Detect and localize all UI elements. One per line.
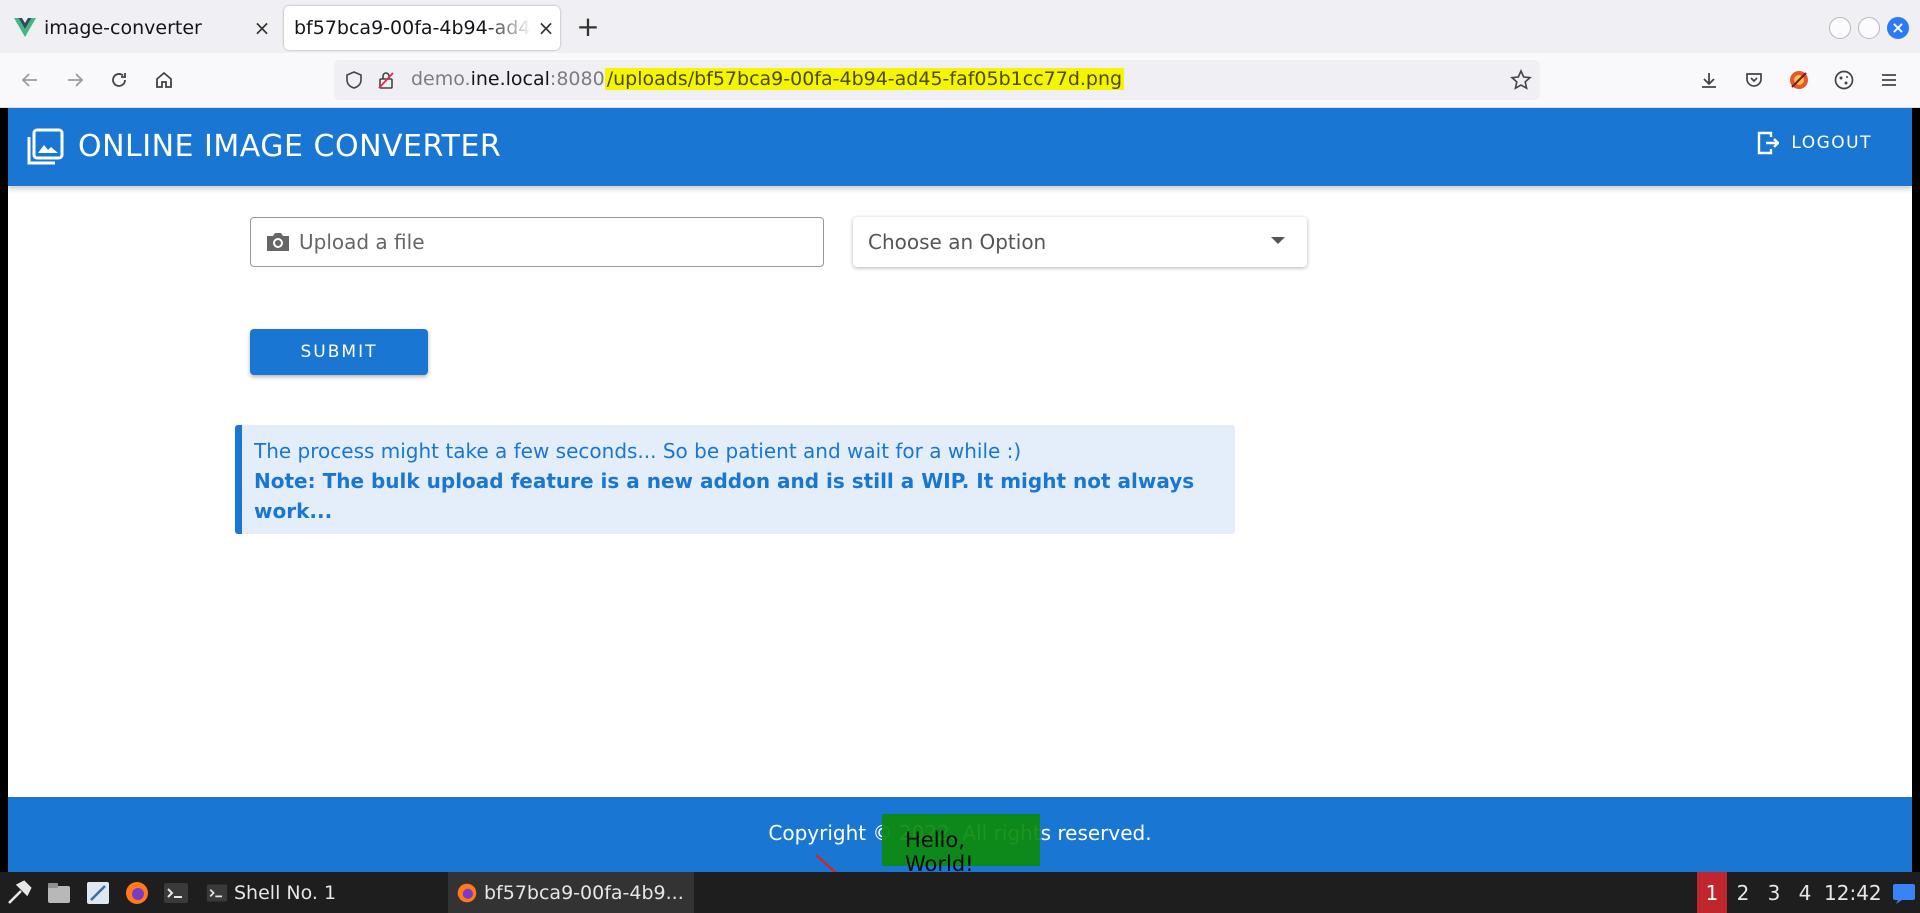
- close-window-button[interactable]: ×: [1887, 17, 1909, 39]
- logout-button[interactable]: LOGOUT: [1757, 130, 1872, 156]
- url-prefix: demo.: [411, 68, 471, 90]
- info-alert: The process might take a few seconds... …: [235, 425, 1235, 534]
- extension-blocked-icon[interactable]: [1784, 65, 1814, 95]
- url-port: :8080: [549, 68, 605, 90]
- tab-title: image-converter: [44, 17, 202, 39]
- alert-note: Note: The bulk upload feature is a new a…: [254, 469, 1195, 523]
- file-upload-input[interactable]: Upload a file: [250, 217, 824, 267]
- tab-uploaded-image[interactable]: bf57bca9-00fa-4b94-ad45-faf05b1cc77d.png…: [284, 6, 560, 50]
- url-text: demo.ine.local:8080/uploads/bf57bca9-00f…: [411, 68, 1125, 90]
- alert-message: The process might take a few seconds... …: [254, 439, 1022, 463]
- browser-nav-bar: demo.ine.local:8080/uploads/bf57bca9-00f…: [0, 53, 1920, 108]
- option-select[interactable]: Choose an Option: [853, 217, 1307, 267]
- logout-icon: [1758, 131, 1780, 155]
- injected-hello-world: Hello, World!: [882, 814, 1040, 876]
- logout-label: LOGOUT: [1791, 133, 1872, 153]
- submit-button[interactable]: SUBMIT: [250, 329, 428, 375]
- camera-icon: [267, 233, 289, 251]
- maximize-window-button[interactable]: [1858, 17, 1880, 39]
- select-placeholder: Choose an Option: [868, 230, 1047, 254]
- notification-icon[interactable]: [1892, 882, 1916, 904]
- hamburger-menu-icon[interactable]: [1874, 65, 1904, 95]
- cookie-extension-icon[interactable]: [1829, 65, 1859, 95]
- file-manager-icon[interactable]: [46, 880, 72, 906]
- app-footer: Copyright © 2022. All rights reserved. H…: [8, 797, 1912, 876]
- forward-arrow-icon[interactable]: [60, 65, 90, 95]
- tab-image-converter[interactable]: image-converter ×: [6, 6, 276, 50]
- address-bar[interactable]: demo.ine.local:8080/uploads/bf57bca9-00f…: [334, 60, 1540, 100]
- tools-menu-icon[interactable]: [6, 880, 32, 906]
- upload-placeholder: Upload a file: [299, 230, 425, 254]
- url-domain: ine.local: [470, 68, 550, 90]
- browser-window-label: bf57bca9-00fa-4b9...: [484, 881, 684, 904]
- browser-tab-bar: image-converter × bf57bca9-00fa-4b94-ad4…: [0, 0, 1920, 53]
- system-taskbar: Shell No. 1 bf57bca9-00fa-4b9... 1 2 3 4…: [0, 872, 1920, 913]
- terminal-icon[interactable]: [163, 880, 189, 906]
- workspace-2[interactable]: 2: [1728, 872, 1758, 913]
- tab-title: bf57bca9-00fa-4b94-ad45-faf05b1cc77d.png: [294, 17, 532, 39]
- app-header: ONLINE IMAGE CONVERTER LOGOUT: [8, 108, 1912, 186]
- vue-logo-icon: [14, 18, 36, 37]
- minimize-window-button[interactable]: [1829, 17, 1851, 39]
- home-icon[interactable]: [149, 65, 179, 95]
- dropdown-arrow-icon: [1271, 237, 1285, 244]
- firefox-icon[interactable]: [124, 880, 150, 906]
- workspace-4[interactable]: 4: [1790, 872, 1820, 913]
- clock: 12:42: [1824, 880, 1882, 905]
- shield-icon[interactable]: [344, 70, 364, 90]
- downloads-icon[interactable]: [1694, 65, 1724, 95]
- back-arrow-icon[interactable]: [15, 65, 45, 95]
- workspace-1[interactable]: 1: [1697, 872, 1727, 913]
- terminal-icon: [206, 884, 228, 901]
- workspace-3[interactable]: 3: [1759, 872, 1789, 913]
- close-tab-icon[interactable]: ×: [248, 16, 276, 40]
- reload-icon[interactable]: [104, 65, 134, 95]
- taskbar-shell-window[interactable]: Shell No. 1: [206, 872, 336, 913]
- taskbar-browser-window[interactable]: bf57bca9-00fa-4b9...: [448, 872, 694, 913]
- text-editor-icon[interactable]: [85, 880, 111, 906]
- app-title: ONLINE IMAGE CONVERTER: [78, 129, 502, 164]
- insecure-lock-icon[interactable]: [376, 70, 396, 90]
- shell-label: Shell No. 1: [234, 881, 337, 904]
- url-path: /uploads/bf57bca9-00fa-4b94-ad45-faf05b1…: [604, 68, 1125, 90]
- firefox-icon: [457, 883, 477, 902]
- close-tab-icon[interactable]: ×: [532, 16, 560, 40]
- bookmark-star-icon[interactable]: [1510, 69, 1532, 91]
- pocket-icon[interactable]: [1739, 65, 1769, 95]
- page-viewport: ONLINE IMAGE CONVERTER LOGOUT Upload a f…: [8, 108, 1912, 913]
- image-gallery-icon: [27, 128, 64, 165]
- new-tab-button[interactable]: +: [574, 10, 602, 43]
